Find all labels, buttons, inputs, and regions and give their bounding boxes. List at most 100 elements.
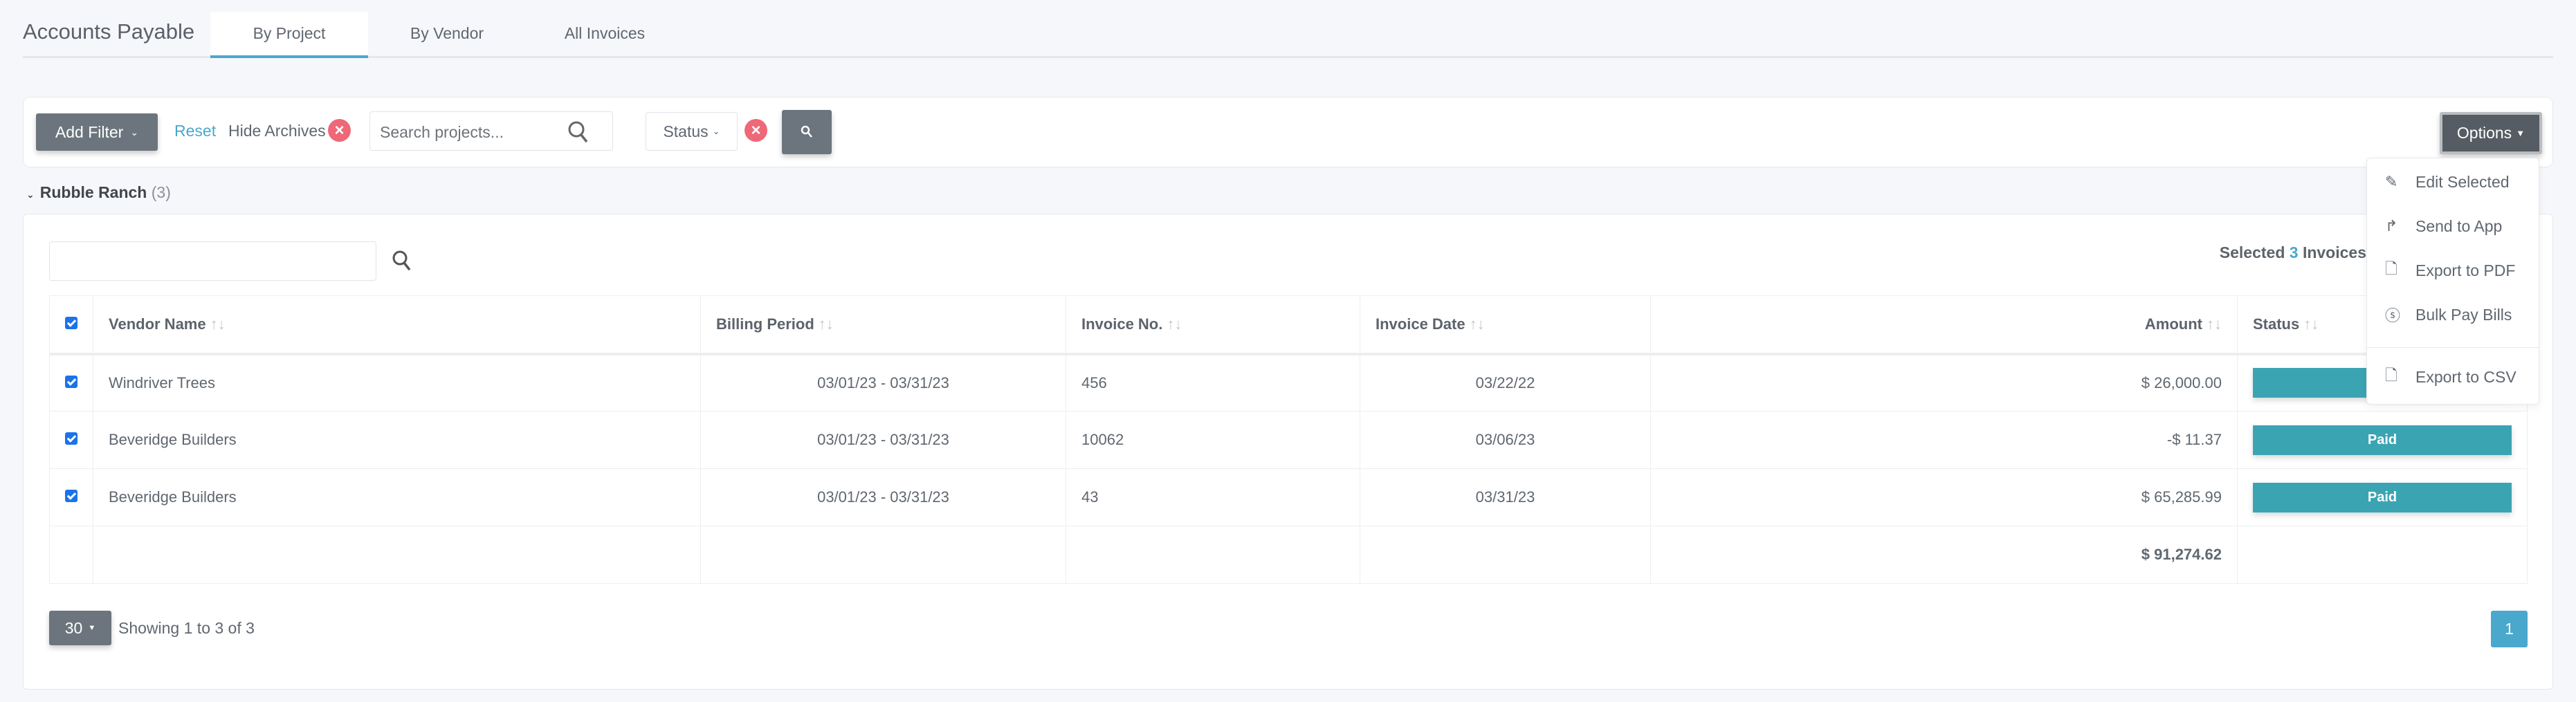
group-name: Rubble Ranch	[39, 183, 147, 201]
pdf-file-icon: 🗋	[2385, 260, 2397, 277]
menu-label: Export to CSV	[2415, 367, 2516, 386]
amount-cell: -$ 11.37	[1650, 411, 2238, 469]
search-icon	[801, 125, 812, 138]
menu-label: Send to App	[2415, 216, 2503, 235]
table-row[interactable]: Beveridge Builders 03/01/23 - 03/31/23 1…	[49, 411, 2528, 469]
status-label: Status	[663, 122, 709, 140]
period-cell: 03/01/23 - 03/31/23	[700, 468, 1066, 526]
hide-archives-label: Hide Archives	[228, 122, 326, 140]
add-filter-label: Add Filter	[55, 122, 124, 141]
vendor-cell: Windriver Trees	[93, 353, 701, 412]
options-dropdown: ✎ Edit Selected ↱ Send to App 🗋 Export to P…	[2366, 158, 2539, 405]
total-amount: $ 91,274.62	[1650, 526, 2238, 584]
group-count: (3)	[151, 183, 171, 201]
invoice-no-cell: 456	[1066, 353, 1360, 412]
sort-icon: ↑↓	[1469, 315, 1485, 333]
row-checkbox[interactable]	[49, 468, 93, 526]
remove-hide-archives-icon[interactable]: ×	[328, 119, 351, 142]
col-label: Vendor Name	[109, 315, 206, 333]
csv-file-icon: 🗋	[2385, 367, 2397, 384]
search-icon[interactable]	[391, 249, 413, 273]
col-label: Invoice Date	[1376, 315, 1465, 333]
menu-divider	[2367, 347, 2539, 348]
period-cell: 03/01/23 - 03/31/23	[700, 353, 1066, 412]
page-title: Accounts Payable	[23, 19, 195, 44]
apply-filter-button[interactable]	[782, 110, 832, 154]
amount-cell: $ 26,000.00	[1650, 353, 2238, 412]
status-badge: Paid	[2253, 482, 2512, 512]
status-cell: Paid	[2237, 411, 2528, 469]
selection-count: 3	[2289, 243, 2299, 261]
selection-suffix: Invoices	[2302, 243, 2366, 261]
row-checkbox[interactable]	[49, 353, 93, 412]
menu-edit-selected[interactable]: ✎ Edit Selected	[2367, 161, 2539, 203]
page-size-value: 30	[64, 618, 83, 637]
chevron-down-icon: ⌄	[26, 189, 35, 200]
total-row: $ 91,274.62	[49, 526, 2528, 584]
period-cell: 03/01/23 - 03/31/23	[700, 411, 1066, 469]
col-label: Invoice No.	[1081, 315, 1163, 333]
amount-cell: $ 65,285.99	[1650, 468, 2238, 526]
date-cell: 03/22/22	[1360, 353, 1651, 412]
row-checkbox[interactable]	[49, 411, 93, 469]
add-filter-button[interactable]: Add Filter ⌄	[36, 113, 158, 151]
selection-summary: Selected 3 Invoices	[2220, 243, 2366, 262]
table-row[interactable]: Beveridge Builders 03/01/23 - 03/31/23 4…	[49, 468, 2528, 526]
search-placeholder: Search projects...	[380, 123, 504, 141]
col-label: Amount	[2144, 315, 2202, 333]
date-cell: 03/06/23	[1360, 411, 1651, 469]
dollar-coin-icon: ⓢ	[2385, 307, 2401, 324]
tab-by-vendor[interactable]: By Vendor	[368, 12, 526, 58]
share-icon: ↱	[2385, 217, 2398, 234]
menu-label: Export to PDF	[2415, 261, 2516, 279]
menu-send-to-app[interactable]: ↱ Send to App	[2367, 205, 2539, 247]
status-badge: Paid	[2253, 425, 2512, 455]
sort-icon: ↑↓	[2303, 315, 2319, 333]
menu-export-csv[interactable]: 🗋 Export to CSV	[2367, 356, 2539, 398]
chevron-down-icon: ⌄	[712, 126, 720, 136]
invoice-no-cell: 43	[1066, 468, 1360, 526]
remove-status-icon[interactable]: ×	[745, 119, 767, 142]
sort-icon: ↑↓	[2207, 315, 2222, 333]
vendor-cell: Beveridge Builders	[93, 411, 701, 469]
status-cell: Paid	[2237, 468, 2528, 526]
invoice-no-cell: 10062	[1066, 411, 1360, 469]
sort-icon: ↑↓	[818, 315, 834, 333]
options-button[interactable]: Options ▼	[2440, 112, 2542, 154]
invoices-table: Vendor Name ↑↓ Billing Period ↑↓ Invoice N…	[49, 295, 2528, 584]
col-invoice-date[interactable]: Invoice Date ↑↓	[1360, 295, 1651, 355]
sort-icon: ↑↓	[210, 315, 226, 333]
options-label: Options	[2456, 124, 2512, 142]
col-billing-period[interactable]: Billing Period ↑↓	[700, 295, 1066, 355]
tab-all-invoices[interactable]: All Invoices	[526, 12, 684, 58]
page-size-select[interactable]: 30 ▼	[49, 611, 111, 645]
edit-icon: ✎	[2385, 173, 2398, 190]
sort-icon: ↑↓	[1167, 315, 1182, 333]
col-vendor[interactable]: Vendor Name ↑↓	[93, 295, 701, 355]
select-all-checkbox[interactable]	[49, 295, 93, 355]
menu-bulk-pay[interactable]: ⓢ Bulk Pay Bills	[2367, 294, 2539, 335]
col-label: Status	[2253, 315, 2300, 333]
menu-label: Bulk Pay Bills	[2415, 305, 2512, 324]
chevron-down-icon: ⌄	[130, 126, 139, 138]
table-row[interactable]: Windriver Trees 03/01/23 - 03/31/23 456 …	[49, 353, 2528, 412]
menu-label: Edit Selected	[2415, 172, 2510, 191]
tab-by-project[interactable]: By Project	[210, 12, 368, 58]
col-invoice-no[interactable]: Invoice No. ↑↓	[1066, 295, 1360, 355]
reset-link[interactable]: Reset	[174, 122, 216, 140]
project-search-input[interactable]: Search projects...	[369, 111, 613, 151]
vendor-cell: Beveridge Builders	[93, 468, 701, 526]
date-cell: 03/31/23	[1360, 468, 1651, 526]
col-amount[interactable]: Amount ↑↓	[1650, 295, 2238, 355]
col-label: Billing Period	[716, 315, 814, 333]
caret-down-icon: ▼	[88, 624, 96, 632]
caret-down-icon: ▼	[2516, 128, 2525, 138]
status-select[interactable]: Status ⌄	[646, 112, 738, 151]
menu-export-pdf[interactable]: 🗋 Export to PDF	[2367, 250, 2539, 291]
group-header[interactable]: ⌄ Rubble Ranch (3)	[26, 183, 171, 202]
table-search-input[interactable]	[49, 241, 376, 281]
showing-text: Showing 1 to 3 of 3	[118, 619, 255, 637]
page-1-button[interactable]: 1	[2491, 611, 2528, 647]
selection-prefix: Selected	[2219, 243, 2285, 261]
search-icon	[568, 121, 588, 143]
